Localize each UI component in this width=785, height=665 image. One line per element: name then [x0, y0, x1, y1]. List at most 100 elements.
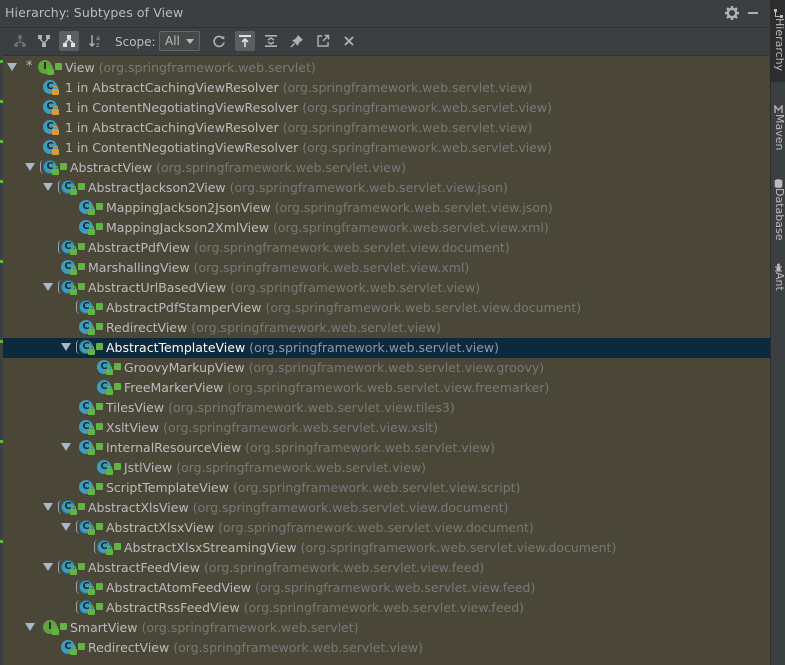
- tab-hierarchy[interactable]: Hierarchy: [771, 0, 785, 82]
- tree-row-label: JstlView (org.springframework.web.servle…: [124, 460, 426, 475]
- class-name: AbstractView: [70, 160, 153, 175]
- subtypes-icon[interactable]: [34, 31, 54, 51]
- class-name: AbstractXlsView: [88, 500, 189, 515]
- tree-row[interactable]: C AbstractFeedView (org.springframework.w…: [0, 558, 770, 578]
- tree-row[interactable]: C AbstractPdfView (org.springframework.we…: [0, 238, 770, 258]
- class-name: AbstractPdfView: [88, 240, 191, 255]
- refresh-icon[interactable]: [209, 31, 229, 51]
- tree-row[interactable]: C InternalResourceView (org.springframewo…: [0, 438, 770, 458]
- tree-row[interactable]: C AbstractPdfStamperView (org.springframe…: [0, 298, 770, 318]
- tree-row-label: RedirectView (org.springframework.web.se…: [88, 640, 423, 655]
- public-lock-icon: [96, 523, 103, 530]
- autoscroll-icon[interactable]: [235, 31, 255, 51]
- abstract-class-icon: C: [76, 580, 95, 596]
- tree-row-label: AbstractXlsxStreamingView (org.springfra…: [124, 540, 616, 555]
- tree-row[interactable]: C TilesView (org.springframework.web.serv…: [0, 398, 770, 418]
- abstract-class-icon: C: [58, 500, 77, 516]
- expand-all-icon[interactable]: [261, 31, 281, 51]
- tree-row-label: AbstractPdfStamperView (org.springframew…: [106, 300, 581, 315]
- class-name: 1 in ContentNegotiatingViewResolver: [65, 100, 299, 115]
- pin-icon[interactable]: [287, 31, 307, 51]
- scope-dropdown[interactable]: All: [159, 31, 200, 51]
- public-lock-icon: [78, 563, 85, 570]
- abstract-class-icon: C: [94, 540, 113, 556]
- expand-arrow-icon[interactable]: [61, 343, 71, 351]
- ant-icon: [774, 257, 783, 272]
- export-icon[interactable]: [313, 31, 333, 51]
- right-tool-strip: Hierarchy Maven Database Ant: [770, 0, 785, 665]
- tree-row[interactable]: C AbstractRssFeedView (org.springframewor…: [0, 598, 770, 618]
- public-lock-icon: [96, 483, 103, 490]
- tree-row[interactable]: C 1 in ContentNegotiatingViewResolver (or…: [0, 138, 770, 158]
- public-lock-icon: [96, 323, 103, 330]
- tree-row-label: ScriptTemplateView (org.springframework.…: [106, 480, 520, 495]
- public-lock-icon: [114, 543, 121, 550]
- expand-arrow-icon[interactable]: [7, 63, 17, 71]
- tree-row[interactable]: C AbstractUrlBasedView (org.springframewo…: [0, 278, 770, 298]
- base-marker-icon: *: [26, 59, 33, 74]
- class-name: GroovyMarkupView: [124, 360, 245, 375]
- tree-row-label: MarshallingView (org.springframework.web…: [88, 260, 469, 275]
- public-lock-icon: [114, 463, 121, 470]
- package-name: (org.springframework.web.servlet.view): [302, 100, 553, 115]
- tree-row[interactable]: C FreeMarkerView (org.springframework.web…: [0, 378, 770, 398]
- tab-hierarchy-label: Hierarchy: [773, 18, 785, 72]
- anonymous-class-icon: C: [43, 140, 59, 156]
- package-name: (org.springframework.web.servlet.view.xs…: [163, 420, 439, 435]
- gear-icon[interactable]: [724, 5, 740, 21]
- tree-row[interactable]: C MappingJackson2JsonView (org.springfram…: [0, 198, 770, 218]
- tree-row[interactable]: * I View (org.springframework.web.servlet): [0, 58, 770, 78]
- expand-arrow-icon[interactable]: [61, 443, 71, 451]
- expand-arrow-icon[interactable]: [43, 503, 53, 511]
- tree-row[interactable]: C AbstractJackson2View (org.springframewo…: [0, 178, 770, 198]
- hierarchy-tree[interactable]: * I View (org.springframework.web.servlet)…: [0, 56, 770, 665]
- tree-row[interactable]: C 1 in ContentNegotiatingViewResolver (or…: [0, 98, 770, 118]
- expand-arrow-icon[interactable]: [43, 563, 53, 571]
- tab-maven[interactable]: Maven: [771, 96, 785, 156]
- public-lock-icon: [114, 363, 121, 370]
- tree-row[interactable]: C RedirectView (org.springframework.web.s…: [0, 318, 770, 338]
- tab-ant[interactable]: Ant: [771, 254, 785, 298]
- expand-arrow-icon[interactable]: [43, 283, 53, 291]
- tree-row[interactable]: C 1 in AbstractCachingViewResolver (org.s…: [0, 78, 770, 98]
- tree-row[interactable]: C 1 in AbstractCachingViewResolver (org.s…: [0, 118, 770, 138]
- class-name: AbstractAtomFeedView: [106, 580, 252, 595]
- package-name: (org.springframework.web.servlet.view.xm…: [273, 220, 549, 235]
- tree-row[interactable]: C AbstractXlsxView (org.springframework.w…: [0, 518, 770, 538]
- package-name: (org.springframework.web.servlet.view): [230, 280, 481, 295]
- close-icon[interactable]: [339, 31, 359, 51]
- package-name: (org.springframework.web.servlet.view.do…: [265, 300, 582, 315]
- expand-arrow-icon[interactable]: [43, 183, 53, 191]
- toolbar: az Scope: All: [0, 28, 770, 56]
- class-name: AbstractFeedView: [88, 560, 200, 575]
- expand-arrow-icon[interactable]: [61, 523, 71, 531]
- tree-row[interactable]: C RedirectView (org.springframework.web.s…: [0, 638, 770, 658]
- tree-row[interactable]: C AbstractView (org.springframework.web.s…: [0, 158, 770, 178]
- tab-database[interactable]: Database: [771, 170, 785, 242]
- tree-row[interactable]: C AbstractXlsView (org.springframework.we…: [0, 498, 770, 518]
- expand-arrow-icon[interactable]: [25, 623, 35, 631]
- class-name: 1 in ContentNegotiatingViewResolver: [65, 140, 299, 155]
- tree-row-label: XsltView (org.springframework.web.servle…: [106, 420, 438, 435]
- tree-row[interactable]: C MappingJackson2XmlView (org.springframe…: [0, 218, 770, 238]
- tree-row[interactable]: C ScriptTemplateView (org.springframework…: [0, 478, 770, 498]
- tree-row[interactable]: C AbstractXlsxStreamingView (org.springfr…: [0, 538, 770, 558]
- minimize-icon[interactable]: [748, 12, 758, 14]
- tree-row[interactable]: C AbstractTemplateView (org.springframewo…: [0, 338, 770, 358]
- tree-row[interactable]: C XsltView (org.springframework.web.servl…: [0, 418, 770, 438]
- tree-row[interactable]: C MarshallingView (org.springframework.we…: [0, 258, 770, 278]
- package-name: (org.springframework.web.servlet.view.sc…: [232, 480, 521, 495]
- package-name: (org.springframework.web.servlet.view.js…: [274, 200, 553, 215]
- abstract-class-icon: C: [58, 240, 77, 256]
- public-lock-icon: [60, 163, 67, 170]
- tree-row[interactable]: I SmartView (org.springframework.web.serv…: [0, 618, 770, 638]
- supertypes-icon[interactable]: [10, 31, 30, 51]
- tree-row[interactable]: C GroovyMarkupView (org.springframework.w…: [0, 358, 770, 378]
- database-icon: [774, 173, 783, 188]
- sort-alpha-icon[interactable]: az: [86, 31, 106, 51]
- tree-row[interactable]: C AbstractAtomFeedView (org.springframewo…: [0, 578, 770, 598]
- tree-row-label: AbstractXlsxView (org.springframework.we…: [106, 520, 534, 535]
- class-hierarchy-icon[interactable]: [59, 31, 79, 51]
- expand-arrow-icon[interactable]: [25, 163, 35, 171]
- tree-row[interactable]: C JstlView (org.springframework.web.servl…: [0, 458, 770, 478]
